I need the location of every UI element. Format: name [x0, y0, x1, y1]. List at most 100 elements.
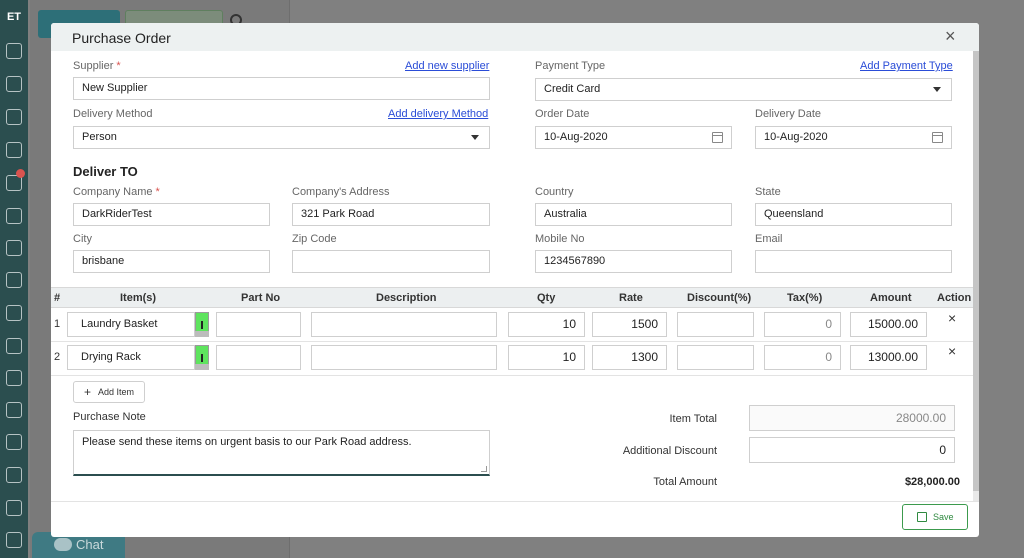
calendar-icon[interactable] [712, 132, 723, 143]
tax-input[interactable]: 0 [764, 345, 841, 370]
logout-icon[interactable] [6, 532, 22, 548]
purchase-note-text: Please send these items on urgent basis … [82, 436, 412, 448]
company-name-label: Company Name * [73, 186, 160, 198]
item-input[interactable]: Laundry Basket [67, 312, 195, 337]
user-icon[interactable] [6, 208, 22, 224]
rate-input[interactable]: 1300 [592, 345, 667, 370]
column-header-part-no: Part No [241, 292, 281, 304]
resize-handle-icon[interactable] [481, 466, 487, 472]
company-address-input[interactable]: 321 Park Road [292, 203, 490, 226]
qty-input[interactable]: 10 [508, 345, 585, 370]
item-picker-icon[interactable] [195, 345, 209, 370]
country-label: Country [535, 186, 574, 198]
delivery-date-value: 10-Aug-2020 [764, 131, 828, 143]
delivery-method-select[interactable]: Person [73, 126, 490, 149]
deliver-to-heading: Deliver TO [73, 164, 138, 179]
save-label: Save [933, 512, 954, 522]
qty-input[interactable]: 10 [508, 312, 585, 337]
order-date-input[interactable]: 10-Aug-2020 [535, 126, 732, 149]
mobile-input[interactable]: 1234567890 [535, 250, 732, 273]
chart-icon[interactable] [6, 467, 22, 483]
additional-discount-label: Additional Discount [622, 445, 717, 457]
close-icon[interactable]: × [945, 27, 956, 45]
discount-input[interactable] [677, 312, 754, 337]
tax-input[interactable]: 0 [764, 312, 841, 337]
items-table-header: # Item(s) Part No Description Qty Rate D… [51, 287, 973, 308]
dashboard-icon[interactable] [6, 43, 22, 59]
tools-icon[interactable] [6, 402, 22, 418]
row-divider [51, 375, 973, 376]
chat-label: Chat [76, 537, 104, 552]
calendar-icon[interactable] [932, 132, 943, 143]
order-date-value: 10-Aug-2020 [544, 131, 608, 143]
row-number: 2 [54, 351, 61, 363]
report-icon[interactable] [6, 434, 22, 450]
column-header-description: Description [376, 292, 437, 304]
pin-icon[interactable] [6, 76, 22, 92]
rate-input[interactable]: 1500 [592, 312, 667, 337]
description-input[interactable] [311, 312, 497, 337]
total-amount-label: Total Amount [653, 476, 717, 488]
item-picker-icon[interactable] [195, 312, 209, 337]
email-label: Email [755, 233, 783, 245]
column-header-qty: Qty [537, 292, 556, 304]
remove-row-icon[interactable]: × [948, 310, 956, 326]
add-item-label: Add Item [98, 387, 135, 397]
add-item-button[interactable]: + Add Item [73, 381, 145, 403]
footer-divider [51, 501, 979, 502]
delivery-date-label: Delivery Date [755, 108, 822, 120]
country-input[interactable]: Australia [535, 203, 732, 226]
list-icon[interactable] [6, 305, 22, 321]
chat-bubble-icon [54, 538, 72, 551]
purchase-note-textarea[interactable]: Please send these items on urgent basis … [73, 430, 490, 476]
purchase-note-label: Purchase Note [73, 411, 146, 423]
remove-row-icon[interactable]: × [948, 343, 956, 359]
map-icon[interactable] [6, 142, 22, 158]
chevron-down-icon [471, 135, 479, 140]
item-input[interactable]: Drying Rack [67, 345, 195, 370]
description-input[interactable] [311, 345, 497, 370]
add-new-supplier-link[interactable]: Add new supplier [405, 60, 489, 72]
add-payment-type-link[interactable]: Add Payment Type [860, 60, 953, 72]
company-name-input[interactable]: DarkRiderTest [73, 203, 270, 226]
supplier-input[interactable]: New Supplier [73, 77, 490, 100]
save-button[interactable]: Save [902, 504, 968, 530]
delivery-date-input[interactable]: 10-Aug-2020 [755, 126, 952, 149]
payment-type-select[interactable]: Credit Card [535, 78, 952, 101]
handshake-icon[interactable] [6, 338, 22, 354]
company-address-label: Company's Address [292, 186, 390, 198]
scrollbar-thumb[interactable] [973, 51, 979, 491]
app-logo: ET [6, 11, 22, 23]
dollar-icon[interactable] [6, 272, 22, 288]
modal-header: Purchase Order × [51, 23, 979, 51]
users-icon[interactable] [6, 370, 22, 386]
part-no-input[interactable] [216, 345, 301, 370]
folder-icon[interactable] [6, 240, 22, 256]
zip-code-label: Zip Code [292, 233, 337, 245]
plus-icon: + [84, 385, 92, 399]
supplier-label: Supplier * [73, 60, 121, 72]
payment-type-label: Payment Type [535, 60, 606, 72]
additional-discount-input[interactable]: 0 [749, 437, 955, 463]
state-input[interactable]: Queensland [755, 203, 952, 226]
zip-code-input[interactable] [292, 250, 490, 273]
calendar-icon[interactable] [6, 109, 22, 125]
item-total-label: Item Total [669, 413, 718, 425]
item-total-field: 28000.00 [749, 405, 955, 431]
purchase-order-modal: Purchase Order × Supplier * Add new supp… [51, 23, 979, 537]
part-no-input[interactable] [216, 312, 301, 337]
delivery-method-value: Person [82, 131, 117, 143]
city-input[interactable]: brisbane [73, 250, 270, 273]
column-header-number: # [54, 292, 61, 304]
add-delivery-method-link[interactable]: Add delivery Method [388, 108, 488, 120]
row-number: 1 [54, 318, 61, 330]
settings-icon[interactable] [6, 500, 22, 516]
amount-input: 15000.00 [850, 312, 927, 337]
total-amount-value: $28,000.00 [904, 476, 960, 488]
email-input[interactable] [755, 250, 952, 273]
discount-input[interactable] [677, 345, 754, 370]
notification-badge [16, 169, 25, 178]
row-divider [51, 341, 973, 342]
column-header-items: Item(s) [120, 292, 157, 304]
amount-input: 13000.00 [850, 345, 927, 370]
